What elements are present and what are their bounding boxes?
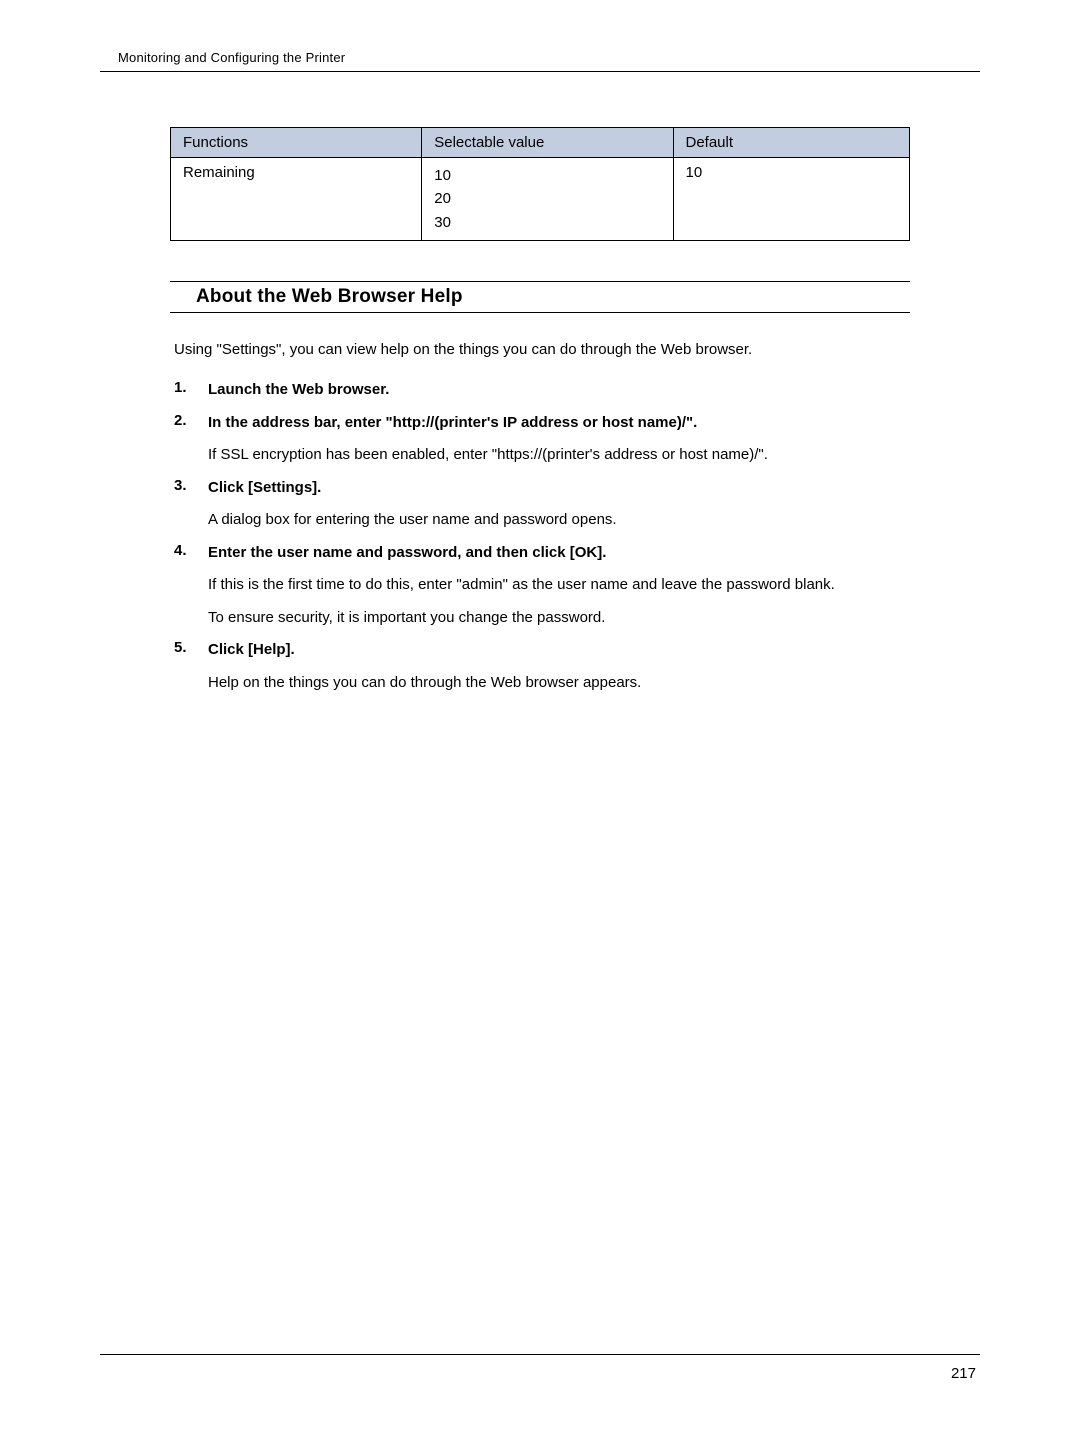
- table-header-row: Functions Selectable value Default: [171, 128, 910, 158]
- td-function: Remaining: [171, 158, 422, 241]
- step-item: Enter the user name and password, and th…: [174, 542, 910, 630]
- page-footer: 217: [100, 1354, 980, 1382]
- step-item: Click [Settings]. A dialog box for enter…: [174, 477, 910, 532]
- step-body: If this is the first time to do this, en…: [208, 574, 910, 597]
- th-default: Default: [673, 128, 910, 158]
- selectable-value: 30: [434, 211, 662, 234]
- section-intro: Using "Settings", you can view help on t…: [174, 339, 910, 362]
- table-row: Remaining 10 20 30 10: [171, 158, 910, 241]
- step-body: To ensure security, it is important you …: [208, 607, 910, 630]
- th-selectable: Selectable value: [422, 128, 673, 158]
- step-title: Enter the user name and password, and th…: [208, 542, 910, 565]
- footer-rule: [100, 1354, 980, 1355]
- td-selectable-values: 10 20 30: [422, 158, 673, 241]
- step-title: Click [Settings].: [208, 477, 910, 500]
- section-title: About the Web Browser Help: [170, 285, 910, 312]
- running-header: Monitoring and Configuring the Printer: [100, 50, 980, 71]
- step-body: A dialog box for entering the user name …: [208, 509, 910, 532]
- steps-list: Launch the Web browser. In the address b…: [170, 379, 910, 694]
- selectable-value: 20: [434, 187, 662, 210]
- step-title: Launch the Web browser.: [208, 379, 910, 402]
- step-item: Launch the Web browser.: [174, 379, 910, 402]
- content-area: Functions Selectable value Default Remai…: [100, 127, 980, 694]
- functions-table: Functions Selectable value Default Remai…: [170, 127, 910, 241]
- step-title: Click [Help].: [208, 639, 910, 662]
- selectable-value: 10: [434, 164, 662, 187]
- step-item: In the address bar, enter "http://(print…: [174, 412, 910, 467]
- page-number: 217: [100, 1365, 980, 1382]
- step-title: In the address bar, enter "http://(print…: [208, 412, 910, 435]
- section-heading: About the Web Browser Help: [170, 281, 910, 313]
- td-default: 10: [673, 158, 910, 241]
- header-rule: [100, 71, 980, 72]
- step-body: Help on the things you can do through th…: [208, 672, 910, 695]
- step-item: Click [Help]. Help on the things you can…: [174, 639, 910, 694]
- heading-rule-bottom: [170, 312, 910, 313]
- page: Monitoring and Configuring the Printer F…: [0, 0, 1080, 1437]
- th-functions: Functions: [171, 128, 422, 158]
- step-body: If SSL encryption has been enabled, ente…: [208, 444, 910, 467]
